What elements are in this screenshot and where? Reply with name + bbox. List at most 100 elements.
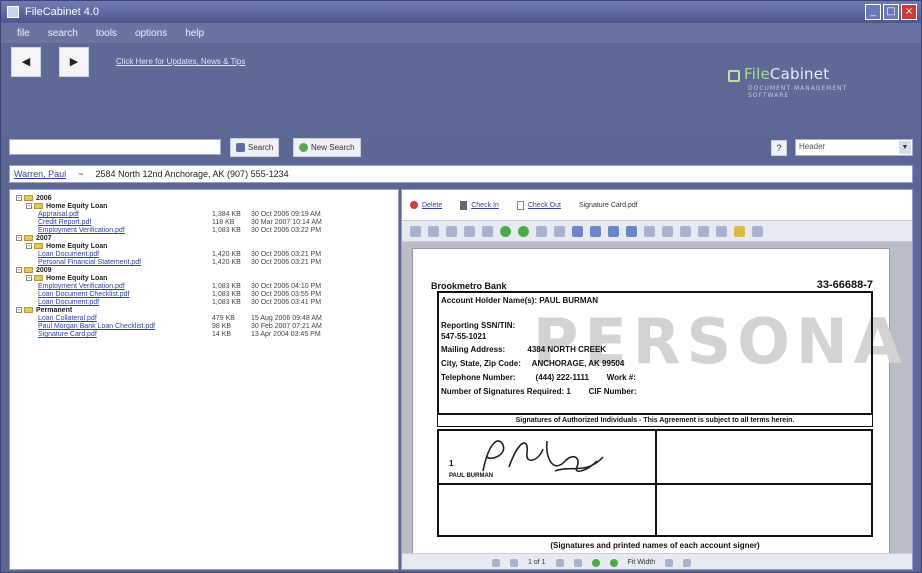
tree-folder[interactable]: - Home Equity Loan: [16, 243, 392, 251]
tree-folder[interactable]: - 2007: [16, 235, 392, 243]
search-button[interactable]: Search: [230, 138, 280, 157]
check-out-action[interactable]: Check Out: [516, 200, 561, 210]
rotate-icon[interactable]: [716, 225, 727, 237]
mailing-address-row: Mailing Address: 4384 NORTH CREEK: [441, 345, 607, 354]
menu-tools[interactable]: tools: [96, 28, 117, 39]
forward-button[interactable]: ▶: [59, 47, 89, 77]
menu-options[interactable]: options: [135, 28, 167, 39]
tree-file-row[interactable]: Signature Card.pdf 14 KB 13 Apr 2004 03:45…: [16, 331, 392, 339]
minimize-button[interactable]: _: [865, 4, 881, 20]
file-name-link[interactable]: Signature Card.pdf: [38, 331, 97, 339]
annotate-icon[interactable]: [734, 225, 745, 237]
document-icon: [516, 200, 524, 210]
file-name-link[interactable]: Employment Verification.pdf: [38, 283, 125, 291]
help-small-button[interactable]: ?: [771, 140, 787, 156]
single-page-icon[interactable]: [662, 225, 673, 237]
tree-file-row[interactable]: Credit Report.pdf 118 KB 30 Mar 2007 10:14…: [16, 219, 392, 227]
delete-action[interactable]: Delete: [410, 201, 442, 209]
print-icon[interactable]: [410, 225, 421, 237]
tree-file-row[interactable]: Loan Document.pdf 1,420 KB 30 Oct 2006 03:…: [16, 251, 392, 259]
folder-label: Home Equity Loan: [46, 243, 108, 250]
back-icon[interactable]: [591, 558, 600, 567]
tree-file-row[interactable]: Paul Morgan Bank Loan Checklist.pdf 98 KB…: [16, 323, 392, 331]
file-name-link[interactable]: Employment Verification.pdf: [38, 227, 125, 235]
file-name-link[interactable]: Loan Document.pdf: [38, 251, 99, 259]
updates-link[interactable]: Click Here for Updates, News & Tips: [116, 57, 245, 66]
collapse-icon[interactable]: -: [26, 203, 32, 210]
select-tool-icon[interactable]: [536, 225, 547, 237]
tree-file-row[interactable]: Employment Verification.pdf 1,083 KB 30 Oc…: [16, 283, 392, 291]
close-button[interactable]: ×: [901, 4, 917, 20]
search-field-select[interactable]: Header ▼: [795, 139, 913, 156]
tree-file-row[interactable]: Loan Document.pdf 1,083 KB 30 Oct 2006 03:…: [16, 299, 392, 307]
last-page-icon[interactable]: [573, 558, 582, 567]
menu-search[interactable]: search: [48, 28, 78, 39]
tree-file-row[interactable]: Employment Verification.pdf 1,083 KB 30 Oc…: [16, 227, 392, 235]
folder-label: Home Equity Loan: [46, 203, 108, 210]
tree-file-row[interactable]: Loan Collateral.pdf 479 KB 15 Aug 2006 09:…: [16, 315, 392, 323]
tree-folder[interactable]: - Home Equity Loan: [16, 203, 392, 211]
chevron-down-icon: ▼: [899, 141, 911, 154]
tree-folder[interactable]: - 2009: [16, 267, 392, 275]
prev-page-icon[interactable]: [510, 558, 518, 567]
collapse-icon[interactable]: -: [16, 195, 22, 202]
collapse-icon[interactable]: -: [26, 243, 32, 250]
ssn-value-row: 547-55-1021: [441, 332, 487, 341]
go-forward-icon[interactable]: [518, 225, 529, 237]
last-page-icon[interactable]: [482, 225, 493, 237]
first-page-icon[interactable]: [428, 225, 439, 237]
collapse-icon[interactable]: -: [16, 235, 22, 242]
file-name-link[interactable]: Appraisal.pdf: [38, 211, 79, 219]
actual-size-icon[interactable]: [608, 225, 619, 237]
next-page-icon[interactable]: [555, 558, 564, 567]
hand-tool-icon[interactable]: [554, 225, 565, 237]
client-name-link[interactable]: Warren, Paul: [14, 169, 66, 179]
menu-help[interactable]: help: [185, 28, 204, 39]
document-page: PERSONAL Brookmetro Bank 33-66688-7 Acco…: [412, 248, 912, 553]
forward-icon[interactable]: [609, 558, 618, 567]
search-input[interactable]: [9, 139, 221, 155]
back-button[interactable]: ◀: [11, 47, 41, 77]
settings-icon[interactable]: [752, 225, 763, 237]
file-name-link[interactable]: Loan Document.pdf: [38, 299, 99, 307]
tree-file-row[interactable]: Personal Financial Statement.pdf 1,420 KB…: [16, 259, 392, 267]
zoom-out-icon[interactable]: [590, 225, 601, 237]
document-canvas[interactable]: PERSONAL Brookmetro Bank 33-66688-7 Acco…: [402, 242, 912, 553]
file-name-link[interactable]: Credit Report.pdf: [38, 219, 91, 227]
folder-icon: [24, 235, 33, 242]
file-size: 118 KB: [212, 219, 235, 226]
tree-file-row[interactable]: Loan Document Checklist.pdf 1,083 KB 30 Oc…: [16, 291, 392, 299]
first-page-icon[interactable]: [492, 558, 500, 567]
search-doc-icon[interactable]: [698, 225, 709, 237]
zoom-in-icon[interactable]: [572, 225, 583, 237]
fit-page-icon[interactable]: [626, 225, 637, 237]
menu-file[interactable]: file: [17, 28, 30, 39]
client-bar: Warren, Paul ~ 2584 North 12nd Anchorage…: [9, 165, 913, 183]
maximize-button[interactable]: □: [883, 4, 899, 20]
logo-brand-file: File: [744, 65, 770, 83]
layout-icon[interactable]: [665, 558, 674, 567]
prev-page-icon[interactable]: [446, 225, 457, 237]
next-page-icon[interactable]: [464, 225, 475, 237]
fit-width-icon[interactable]: [644, 225, 655, 237]
folder-icon: [24, 195, 33, 202]
new-search-button[interactable]: New Search: [293, 138, 361, 157]
logo-brand-cabinet: Cabinet: [769, 65, 830, 83]
signatures-required-row: Number of Signatures Required: 1 CIF Num…: [441, 387, 637, 396]
file-name-link[interactable]: Loan Collateral.pdf: [38, 315, 97, 323]
continuous-icon[interactable]: [680, 225, 691, 237]
collapse-icon[interactable]: -: [26, 275, 32, 282]
tree-folder[interactable]: - Home Equity Loan: [16, 275, 392, 283]
tree-file-row[interactable]: Appraisal.pdf 1,384 KB 30 Oct 2006 09:19 A…: [16, 211, 392, 219]
check-in-action[interactable]: Check In: [460, 200, 499, 210]
tree-folder[interactable]: - 2006: [16, 195, 392, 203]
file-name-link[interactable]: Loan Document Checklist.pdf: [38, 291, 129, 299]
file-name-link[interactable]: Paul Morgan Bank Loan Checklist.pdf: [38, 323, 155, 331]
collapse-icon[interactable]: -: [16, 307, 22, 314]
tree-folder[interactable]: - Permanent: [16, 307, 392, 315]
layout-icon-2[interactable]: [683, 558, 692, 567]
zoom-select[interactable]: Fit Width: [628, 559, 656, 566]
collapse-icon[interactable]: -: [16, 267, 22, 274]
go-back-icon[interactable]: [500, 225, 511, 237]
file-name-link[interactable]: Personal Financial Statement.pdf: [38, 259, 141, 267]
